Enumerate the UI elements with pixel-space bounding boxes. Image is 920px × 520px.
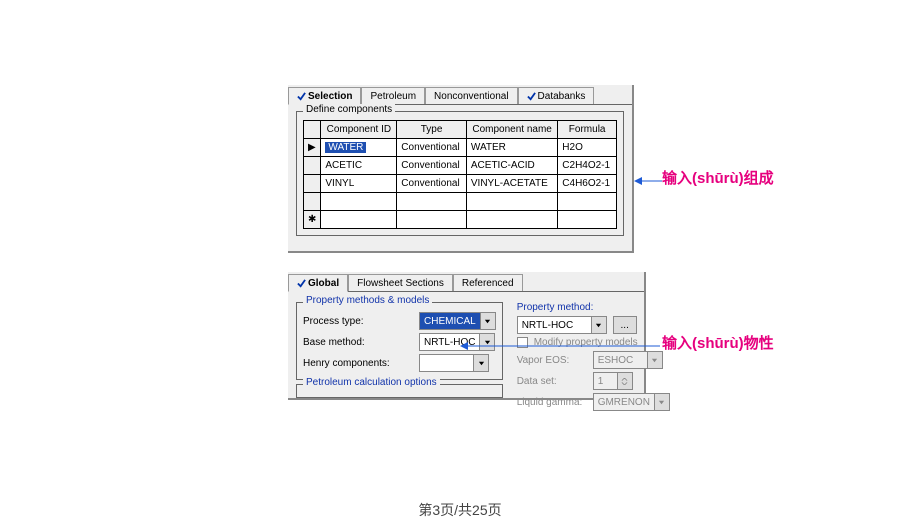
tab-label: Flowsheet Sections (357, 278, 444, 289)
combo-value: NRTL-HOC (424, 337, 475, 348)
group-label: Property methods & models (303, 295, 432, 306)
tab-databanks[interactable]: Databanks (518, 87, 595, 104)
combo-value: 1 (598, 376, 604, 387)
table-row[interactable]: ▶WATERConventionalWATERH2O (304, 139, 617, 157)
chevron-down-icon (654, 394, 669, 410)
annotation-components: 输入(shūrù)组成 (662, 170, 774, 188)
base-method-label: Base method: (303, 337, 413, 348)
row-header-blank (304, 121, 321, 139)
spinner-icon (617, 373, 632, 389)
henry-components-select[interactable] (419, 354, 489, 372)
combo-value: NRTL-HOC (522, 320, 573, 331)
group-label: Define components (303, 104, 395, 115)
row-marker (304, 157, 321, 175)
tab-selection[interactable]: Selection (288, 87, 361, 105)
cell-component-id[interactable]: WATER (321, 139, 397, 157)
vapor-eos-select: ESHOC (593, 351, 663, 369)
cell-component-id[interactable]: VINYL (321, 175, 397, 193)
process-type-select[interactable]: CHEMICAL (419, 312, 496, 330)
define-components-group: Define components Component ID Type Comp… (296, 111, 624, 236)
tab-label: Petroleum (370, 91, 416, 102)
cell-type[interactable] (397, 193, 467, 211)
check-icon (297, 279, 306, 288)
cell-formula[interactable] (558, 211, 617, 229)
chevron-down-icon (479, 334, 494, 350)
combo-value: CHEMICAL (424, 316, 476, 327)
process-type-label: Process type: (303, 316, 413, 327)
components-tabs: Selection Petroleum Nonconventional Data… (288, 85, 632, 105)
chevron-down-icon (473, 355, 488, 371)
combo-value: ESHOC (598, 355, 634, 366)
cell-component-id[interactable]: ACETIC (321, 157, 397, 175)
cell-component-id[interactable] (321, 193, 397, 211)
cell-formula[interactable]: H2O (558, 139, 617, 157)
row-marker: ✱ (304, 211, 321, 229)
tab-global[interactable]: Global (288, 274, 348, 292)
liquid-gamma-label: Liquid gamma: (517, 397, 587, 408)
henry-components-label: Henry components: (303, 358, 413, 369)
tab-label: Referenced (462, 278, 514, 289)
cell-type[interactable] (397, 211, 467, 229)
liquid-gamma-select: GMRENON (593, 393, 670, 411)
vapor-eos-label: Vapor EOS: (517, 355, 587, 366)
chevron-down-icon (480, 313, 495, 329)
row-marker: ▶ (304, 139, 321, 157)
chevron-down-icon (591, 317, 606, 333)
petroleum-calc-group: Petroleum calculation options (296, 384, 503, 398)
base-method-select[interactable]: NRTL-HOC (419, 333, 495, 351)
table-row[interactable]: ACETICConventionalACETIC-ACIDC2H4O2-1 (304, 157, 617, 175)
tab-nonconventional[interactable]: Nonconventional (425, 87, 518, 104)
col-component-name: Component name (466, 121, 557, 139)
table-row[interactable] (304, 193, 617, 211)
modify-models-checkbox[interactable] (517, 337, 528, 348)
annotation-properties: 输入(shūrù)物性 (662, 335, 792, 353)
cell-formula[interactable] (558, 193, 617, 211)
check-icon (297, 92, 306, 101)
arrow-icon (634, 175, 662, 187)
combo-value: GMRENON (598, 397, 650, 408)
cell-type[interactable]: Conventional (397, 175, 467, 193)
page-footer: 第3页/共25页 (0, 500, 920, 520)
cell-component-name[interactable] (466, 211, 557, 229)
tab-referenced[interactable]: Referenced (453, 274, 523, 291)
ellipsis-button[interactable]: ... (613, 316, 637, 334)
dataset-label: Data set: (517, 376, 587, 387)
modify-models-label: Modify property models (534, 337, 638, 348)
cell-formula[interactable]: C4H6O2-1 (558, 175, 617, 193)
property-method-label: Property method: (517, 302, 594, 313)
tab-petroleum[interactable]: Petroleum (361, 87, 425, 104)
col-type: Type (397, 121, 467, 139)
property-methods-group: Property methods & models Process type: … (296, 302, 503, 380)
components-table[interactable]: Component ID Type Component name Formula… (303, 120, 617, 229)
cell-component-name[interactable]: VINYL-ACETATE (466, 175, 557, 193)
cell-component-name[interactable]: WATER (466, 139, 557, 157)
tab-flowsheet-sections[interactable]: Flowsheet Sections (348, 274, 453, 291)
cell-formula[interactable]: C2H4O2-1 (558, 157, 617, 175)
check-icon (527, 92, 536, 101)
cell-type[interactable]: Conventional (397, 157, 467, 175)
col-component-id: Component ID (321, 121, 397, 139)
chevron-down-icon (647, 352, 662, 368)
group-label: Petroleum calculation options (303, 377, 440, 388)
cell-component-name[interactable]: ACETIC-ACID (466, 157, 557, 175)
properties-tabs: Global Flowsheet Sections Referenced (288, 272, 644, 292)
components-panel: Selection Petroleum Nonconventional Data… (288, 85, 634, 253)
row-marker (304, 193, 321, 211)
properties-panel: Global Flowsheet Sections Referenced Pro… (288, 272, 646, 400)
table-row[interactable]: VINYLConventionalVINYL-ACETATEC4H6O2-1 (304, 175, 617, 193)
tab-label: Selection (308, 91, 352, 102)
row-marker (304, 175, 321, 193)
cell-type[interactable]: Conventional (397, 139, 467, 157)
table-row[interactable]: ✱ (304, 211, 617, 229)
tab-label: Databanks (538, 91, 586, 102)
cell-component-name[interactable] (466, 193, 557, 211)
property-method-select[interactable]: NRTL-HOC (517, 316, 607, 334)
col-formula: Formula (558, 121, 617, 139)
dataset-spinner: 1 (593, 372, 633, 390)
tab-label: Global (308, 278, 339, 289)
tab-label: Nonconventional (434, 91, 509, 102)
cell-component-id[interactable] (321, 211, 397, 229)
